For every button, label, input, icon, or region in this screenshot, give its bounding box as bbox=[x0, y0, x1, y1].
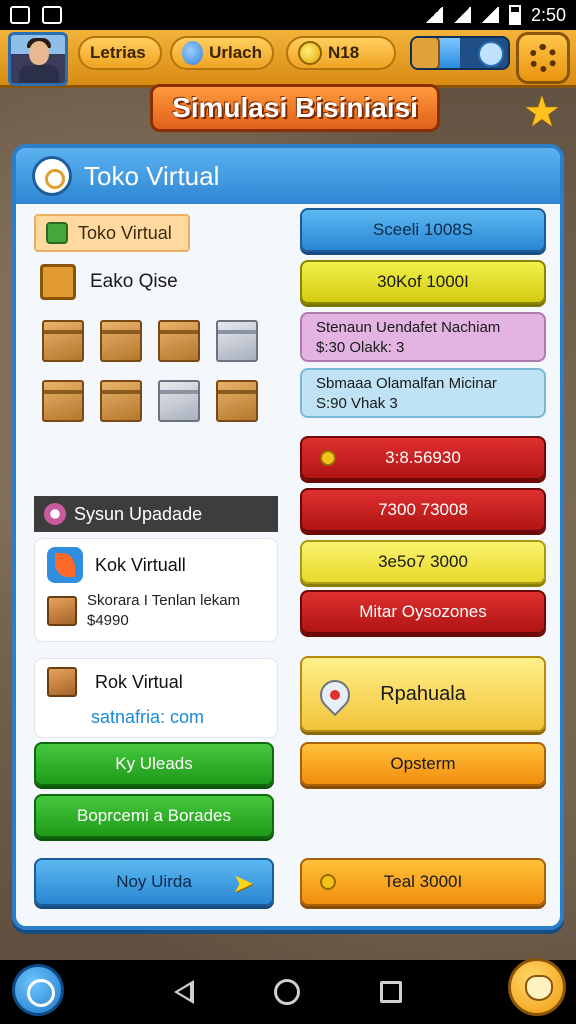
red-button-2[interactable]: 7300 73008 bbox=[300, 488, 546, 532]
silver-box-icon[interactable] bbox=[216, 320, 258, 362]
calendar-icon bbox=[412, 38, 440, 68]
shop-section-title: Eako Qise bbox=[40, 264, 178, 300]
red-button-1[interactable]: 3:8.56930 bbox=[300, 436, 546, 480]
chat-button[interactable] bbox=[12, 964, 64, 1016]
store-icon bbox=[32, 156, 72, 196]
cardboard-box-icon[interactable] bbox=[216, 380, 258, 422]
right-button-1[interactable]: Sceeli 1008S bbox=[300, 208, 546, 252]
star-icon[interactable]: ★ bbox=[522, 91, 562, 133]
money-box-icon[interactable] bbox=[100, 320, 142, 362]
image-icon bbox=[10, 6, 30, 24]
resource-pill-2[interactable]: Urlach bbox=[170, 36, 274, 70]
upgrade-card-2[interactable]: Rok Virtual satnafria: com bbox=[34, 658, 278, 738]
orange-button-2-label: Teal 3000I bbox=[383, 872, 463, 891]
card2-link[interactable]: satnafria: com bbox=[91, 707, 204, 728]
player-avatar[interactable] bbox=[8, 32, 68, 86]
notification-icon bbox=[42, 6, 62, 24]
blue-action-button[interactable]: Noy Uirda ➤ bbox=[34, 858, 274, 906]
gold-action-label: Rpahuala bbox=[380, 682, 466, 705]
resource-pill-3[interactable]: N18 bbox=[286, 36, 396, 70]
arrow-icon: ➤ bbox=[232, 868, 254, 898]
cardboard-box-icon[interactable] bbox=[158, 320, 200, 362]
resource-pill-2-label: Urlach bbox=[209, 43, 262, 62]
pink-line-1: Stenaun Uendafet Nachiam bbox=[316, 319, 501, 336]
resource-bar: Letrias Urlach N18 bbox=[0, 30, 576, 88]
status-time: 2:50 bbox=[530, 4, 566, 25]
blue-action-label: Noy Uirda bbox=[116, 872, 192, 891]
silver-box-icon[interactable] bbox=[158, 380, 200, 422]
blue-line-1: Sbmaaa Olamalfan Micinar bbox=[316, 375, 497, 392]
xp-progress-bar bbox=[410, 36, 510, 70]
pink-line-2: $:30 Olakk: 3 bbox=[316, 339, 405, 356]
store-tag-icon bbox=[46, 222, 68, 244]
crate-icon bbox=[47, 667, 77, 697]
upgrade-card-1[interactable]: Kok Virtuall Skorara I Tenlan lekam $499… bbox=[34, 538, 278, 642]
orange-button-2[interactable]: Teal 3000I bbox=[300, 858, 546, 906]
map-pin-icon bbox=[313, 673, 357, 717]
system-upgrade-label: Sysun Upadade bbox=[74, 503, 203, 524]
game-title-banner: Simulasi Bisiniaisi bbox=[150, 84, 440, 132]
shelf-icon bbox=[40, 264, 76, 300]
inventory-grid bbox=[40, 318, 270, 438]
yellow-button[interactable]: 3e5o7 3000 bbox=[300, 540, 546, 584]
right-button-2[interactable]: 30Kof 1000I bbox=[300, 260, 546, 304]
home-icon[interactable] bbox=[274, 979, 300, 1005]
gold-action-button[interactable]: Rpahuala bbox=[300, 656, 546, 732]
gem-icon bbox=[182, 41, 204, 65]
panel-title: Toko Virtual bbox=[84, 160, 220, 191]
blue-line-2: S:90 Vhak 3 bbox=[316, 395, 398, 412]
android-nav-bar bbox=[0, 960, 576, 1024]
recent-apps-icon[interactable] bbox=[380, 981, 402, 1003]
panel-header: Toko Virtual bbox=[16, 148, 560, 204]
card1-title: Kok Virtuall bbox=[95, 554, 186, 575]
signal-icon bbox=[452, 7, 471, 23]
coin-icon bbox=[320, 874, 336, 890]
info-card-pink[interactable]: Stenaun Uendafet Nachiam $:30 Olakk: 3 bbox=[300, 312, 546, 362]
smile-icon bbox=[478, 41, 504, 67]
system-upgrade-header: Sysun Upadade bbox=[34, 496, 278, 532]
red-button-3[interactable]: Mitar Oysozones bbox=[300, 590, 546, 634]
avatar-face bbox=[29, 41, 49, 65]
store-tag[interactable]: Toko Virtual bbox=[34, 214, 190, 252]
info-card-blue[interactable]: Sbmaaa Olamalfan Micinar S:90 Vhak 3 bbox=[300, 368, 546, 418]
status-bar: 2:50 bbox=[0, 0, 576, 30]
green-button-1[interactable]: Ky Uleads bbox=[34, 742, 274, 786]
signal-icon-2 bbox=[480, 7, 499, 23]
coin-icon bbox=[320, 450, 336, 466]
card1-price: $4990 bbox=[87, 612, 129, 629]
leaf-icon bbox=[47, 547, 83, 583]
card1-desc: Skorara I Tenlan lekam bbox=[87, 592, 241, 609]
box-icon bbox=[47, 596, 77, 626]
wifi-icon bbox=[424, 7, 443, 23]
upgrade-icon bbox=[44, 503, 66, 525]
cardboard-box-icon[interactable] bbox=[100, 380, 142, 422]
battery-icon bbox=[508, 5, 521, 25]
resource-pill-1-label: Letrias bbox=[90, 43, 146, 62]
avatar-suit bbox=[19, 65, 59, 83]
orange-button-1[interactable]: Opsterm bbox=[300, 742, 546, 786]
store-tag-label: Toko Virtual bbox=[78, 222, 172, 243]
resource-pill-3-label: N18 bbox=[328, 43, 360, 62]
red-button-1-label: 3:8.56930 bbox=[385, 448, 461, 467]
resource-pill-1[interactable]: Letrias bbox=[78, 36, 162, 70]
green-button-2[interactable]: Boprcemi a Borades bbox=[34, 794, 274, 838]
pet-button[interactable] bbox=[508, 958, 566, 1016]
back-icon[interactable] bbox=[174, 980, 194, 1004]
main-panel: Toko Virtual Toko Virtual Eako Qise Sysu… bbox=[12, 144, 564, 930]
settings-button[interactable] bbox=[516, 32, 570, 84]
cardboard-box-icon[interactable] bbox=[42, 320, 84, 362]
card2-title: Rok Virtual bbox=[95, 671, 183, 692]
gear-icon bbox=[529, 44, 557, 72]
shop-title-label: Eako Qise bbox=[90, 271, 178, 292]
cardboard-box-icon[interactable] bbox=[42, 380, 84, 422]
coin-icon bbox=[298, 41, 322, 65]
